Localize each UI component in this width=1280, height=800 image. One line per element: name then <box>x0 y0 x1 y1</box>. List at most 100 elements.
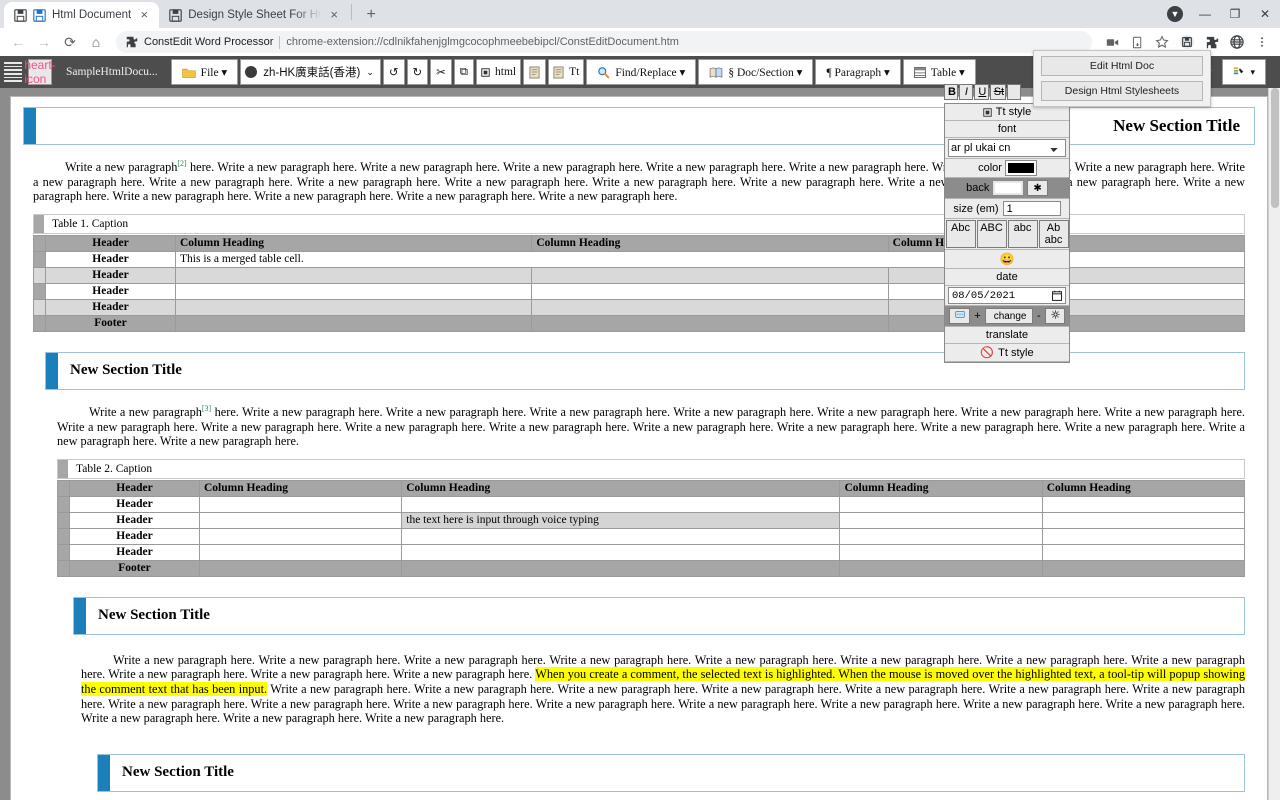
table2-r1-c0[interactable] <box>198 511 403 529</box>
section-3-title-band[interactable]: New Section Title <box>73 596 1245 635</box>
table2-r3-c1[interactable] <box>401 543 841 561</box>
underline-button[interactable]: U <box>974 84 989 100</box>
case-sentence-button[interactable]: Ab abc <box>1038 220 1069 248</box>
table1-footer-c0[interactable] <box>174 314 533 332</box>
font-select[interactable]: ar pl ukai cn <box>948 139 1066 157</box>
table1-r0-merged-cell[interactable]: This is a merged table cell. <box>175 250 1245 268</box>
section-2-paragraph[interactable]: Write a new paragraph[3] here. Write a n… <box>57 402 1245 449</box>
add-comment-button[interactable]: + <box>974 310 980 322</box>
translate-row[interactable]: translate <box>945 327 1069 344</box>
bold-button[interactable]: B <box>944 84 959 100</box>
section-3-paragraph[interactable]: Write a new paragraph here. Write a new … <box>81 653 1245 726</box>
tab-close-button[interactable]: × <box>327 8 341 22</box>
gear-icon[interactable] <box>1044 308 1065 324</box>
remove-comment-button[interactable]: - <box>1037 310 1041 322</box>
background-color-swatch[interactable] <box>992 180 1025 196</box>
document-viewport[interactable]: New Section Title Write a new paragraph[… <box>0 88 1280 800</box>
case-uppercase-button[interactable]: ABC <box>976 220 1007 248</box>
table2-footer-c0[interactable] <box>198 559 403 577</box>
overflow-menu-button[interactable]: ▾ <box>1222 59 1266 85</box>
clear-background-button[interactable]: ✱ <box>1027 180 1048 196</box>
table1-r2-c1[interactable] <box>531 282 889 300</box>
table2-r0-c0[interactable] <box>198 495 403 513</box>
clear-tt-style-row[interactable]: 🚫 Tt style <box>945 344 1069 362</box>
chrome-menu-icon[interactable] <box>1250 30 1274 54</box>
table2-r1-c3[interactable] <box>1041 511 1246 529</box>
page-button[interactable] <box>523 59 547 85</box>
table2-r0-c3[interactable] <box>1041 495 1246 513</box>
maximize-button[interactable]: ❐ <box>1220 0 1250 28</box>
table-button[interactable]: Table ▾ <box>902 59 976 85</box>
table1-r3-c1[interactable] <box>531 298 889 316</box>
table1-r2-c0[interactable] <box>174 282 533 300</box>
paragraph-button[interactable]: ¶ Paragraph ▾ <box>815 59 901 85</box>
reference-marker[interactable]: [3] <box>202 404 211 413</box>
case-capitalize-button[interactable]: Abc <box>945 220 976 248</box>
document-header-band[interactable]: New Section Title <box>23 107 1255 145</box>
profile-indicator-button[interactable]: ▼ <box>1160 0 1190 28</box>
favorite-button[interactable]: heart-icon <box>24 58 55 86</box>
table2-r1-c2[interactable] <box>839 511 1043 529</box>
emoji-row[interactable]: 😀 <box>945 250 1069 269</box>
section2-text-pre: Write a new paragraph <box>89 404 202 419</box>
profile-avatar-icon[interactable] <box>1225 30 1249 54</box>
table-2[interactable]: Header Column Heading Column Heading Col… <box>57 479 1246 577</box>
file-menu-button[interactable]: File ▾ <box>170 59 239 85</box>
change-comment-button[interactable]: change <box>984 308 1034 324</box>
forward-icon[interactable]: → <box>32 30 56 54</box>
comment-icon[interactable] <box>949 308 971 324</box>
document-page[interactable]: New Section Title Write a new paragraph[… <box>10 96 1268 800</box>
home-icon[interactable]: ⌂ <box>84 30 108 54</box>
table1-r1-c0[interactable] <box>174 266 533 284</box>
tab-html-document[interactable]: Html Document × <box>4 2 160 28</box>
strikethrough-button[interactable]: St <box>989 84 1006 100</box>
table2-r3-c3[interactable] <box>1041 543 1246 561</box>
table2-r2-c0[interactable] <box>198 527 403 545</box>
main-menu-button[interactable] <box>0 56 26 88</box>
html-button[interactable]: html <box>476 59 522 85</box>
subscript-button[interactable] <box>1007 84 1021 100</box>
minimize-button[interactable]: — <box>1190 0 1220 28</box>
cut-button[interactable]: ✂ <box>430 59 452 85</box>
language-select[interactable]: zh-HK廣東話(香港) ⌄ <box>240 59 381 85</box>
table2-caption[interactable]: Table 2. Caption <box>57 458 1245 479</box>
table1-footer-c1[interactable] <box>531 314 889 332</box>
case-lowercase-button[interactable]: abc <box>1007 220 1038 248</box>
find-replace-button[interactable]: Find/Replace ▾ <box>586 59 697 85</box>
redo-button[interactable]: ↻ <box>406 59 429 85</box>
table2-footer-c2[interactable] <box>839 559 1043 577</box>
table2-footer-c3[interactable] <box>1041 559 1246 577</box>
table2-footer-c1[interactable] <box>401 559 841 577</box>
text-format-button[interactable]: Tt <box>548 59 585 85</box>
reference-marker[interactable]: [2] <box>177 159 186 168</box>
undo-button[interactable]: ↺ <box>382 59 405 85</box>
edit-html-doc-menu-item[interactable]: Edit Html Doc <box>1041 56 1203 76</box>
table2-r0-c1[interactable] <box>401 495 841 513</box>
table2-voice-typing-cell[interactable]: the text here is input through voice typ… <box>401 511 841 529</box>
back-icon[interactable]: ← <box>6 30 30 54</box>
copy-button[interactable]: ⧉ <box>453 59 475 85</box>
close-window-button[interactable]: ✕ <box>1250 0 1280 28</box>
new-tab-button[interactable]: + <box>358 2 384 28</box>
table2-r2-c1[interactable] <box>401 527 841 545</box>
design-html-stylesheets-menu-item[interactable]: Design Html Stylesheets <box>1041 81 1203 101</box>
text-color-swatch[interactable] <box>1004 160 1037 176</box>
table2-r3-c0[interactable] <box>198 543 403 561</box>
table2-r2-c2[interactable] <box>839 527 1043 545</box>
table2-r0-c2[interactable] <box>839 495 1043 513</box>
tab-close-button[interactable]: × <box>137 8 151 22</box>
table2-r2-c3[interactable] <box>1041 527 1246 545</box>
size-input[interactable] <box>1002 201 1061 216</box>
vertical-scrollbar[interactable] <box>1268 88 1280 800</box>
italic-button[interactable]: I <box>959 84 974 100</box>
table2-r3-c2[interactable] <box>839 543 1043 561</box>
section-4-title-band[interactable]: New Section Title <box>97 753 1245 792</box>
reload-icon[interactable]: ⟳ <box>58 30 82 54</box>
table1-r1-c1[interactable] <box>531 266 889 284</box>
address-bar[interactable]: ConstEdit Word Processor chrome-extensio… <box>116 31 1092 53</box>
date-input[interactable]: 08/05/2021 <box>948 287 1066 304</box>
table1-r3-c0[interactable] <box>174 298 533 316</box>
scrollbar-thumb[interactable] <box>1271 88 1279 208</box>
tab-design-style-sheet[interactable]: Design Style Sheet For Ht × <box>159 2 350 28</box>
doc-section-button[interactable]: § Doc/Section ▾ <box>698 59 814 85</box>
